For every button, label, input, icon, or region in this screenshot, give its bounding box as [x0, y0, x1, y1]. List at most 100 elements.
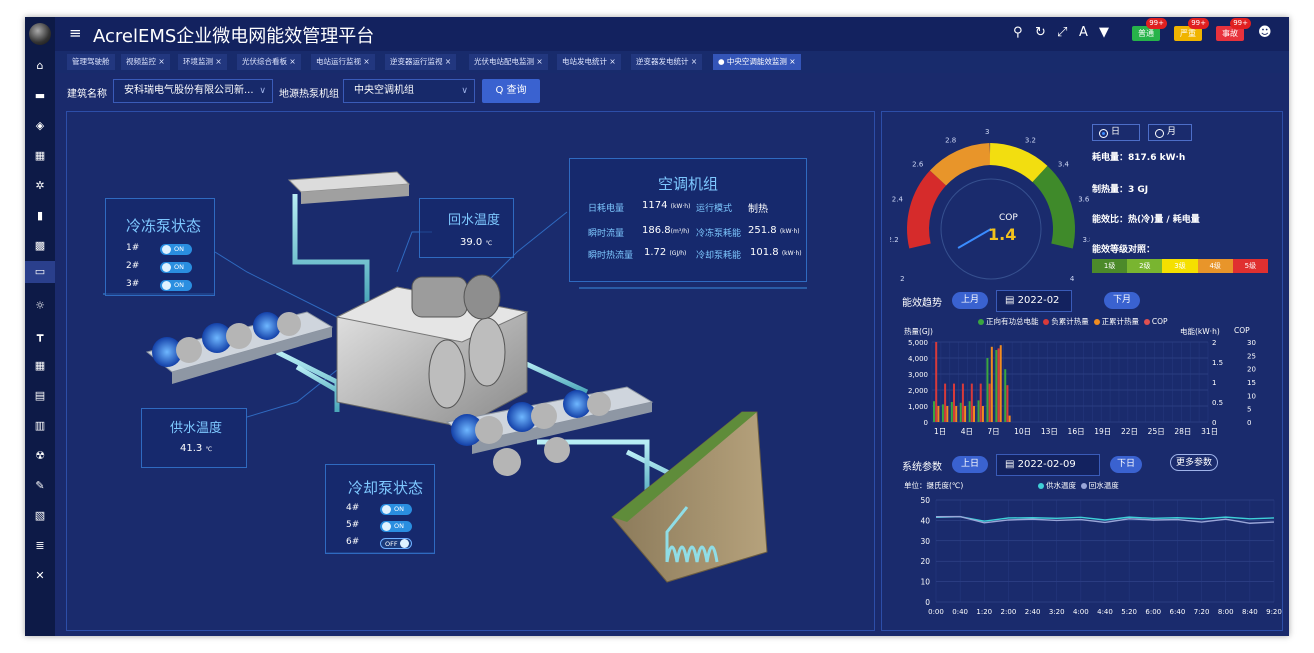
- tab-pv-distribution[interactable]: 光伏电站配电监测 ×: [469, 54, 548, 70]
- ratio-summary: 能效比：热(冷)量 / 耗电量: [1092, 215, 1200, 225]
- building-select[interactable]: 安科瑞电气股份有限公司新... ∨: [113, 79, 273, 103]
- return-temp-card: 回水温度 39.0 ℃: [419, 198, 514, 258]
- tab-hvac-efficiency[interactable]: ● 中央空调能效监测 ×: [713, 54, 801, 70]
- building-icon[interactable]: ▦: [25, 145, 55, 167]
- x-tick-label: 6:40: [1170, 608, 1186, 616]
- ac-unit-title: 空调机组: [658, 175, 719, 193]
- y-tick-label: 20: [920, 557, 930, 566]
- cool-pump-row: 4# ON: [346, 503, 412, 517]
- x-tick-label: 13日: [1041, 427, 1058, 436]
- gauge-tick-label: 2.8: [945, 136, 956, 144]
- tools-icon[interactable]: ✕: [25, 565, 55, 587]
- grid-icon[interactable]: ▦: [25, 355, 55, 377]
- fullscreen-icon[interactable]: ⤢: [1057, 25, 1067, 40]
- faucet-icon[interactable]: ┳: [25, 325, 55, 347]
- shirt-icon[interactable]: ▼: [1099, 25, 1109, 40]
- x-tick-label: 8:00: [1218, 608, 1234, 616]
- daily-power-unit: (kW·h): [670, 203, 691, 210]
- tab-inverter-monitor[interactable]: 逆变器运行监视 ×: [385, 54, 457, 70]
- tab-station-monitor[interactable]: 电站运行监视 ×: [311, 54, 375, 70]
- next-month-button[interactable]: 下月: [1104, 292, 1140, 309]
- period-day-radio[interactable]: 日: [1092, 124, 1140, 141]
- y-tick-label: 30: [920, 537, 930, 546]
- font-icon[interactable]: A: [1079, 25, 1088, 40]
- prev-day-button[interactable]: 上日: [952, 456, 988, 473]
- chill-pump-card: 冷冻泵状态 1# ON 2# ON 3# ON: [105, 198, 215, 296]
- bar: [981, 406, 984, 422]
- edit-icon[interactable]: ✎: [25, 475, 55, 497]
- filter-row: 建筑名称 安科瑞电气股份有限公司新... ∨ 地源热泵机组 中央空调机组 ∨ Q…: [55, 75, 1289, 107]
- system-date-picker[interactable]: ▤ 2022-02-09: [996, 454, 1100, 476]
- query-button[interactable]: Q 查询: [482, 79, 540, 103]
- pump-1-toggle[interactable]: ON: [160, 244, 192, 255]
- gauge-tick-label: 3: [985, 128, 989, 136]
- pump-4-toggle[interactable]: ON: [380, 504, 412, 515]
- tab-environment[interactable]: 环境监测 ×: [178, 54, 227, 70]
- tab-inverter-stats[interactable]: 逆变器发电统计 ×: [631, 54, 703, 70]
- y3-tick-label: 5: [1247, 406, 1251, 414]
- alert-severe-badge[interactable]: 严重 99+: [1174, 18, 1209, 41]
- chill-pump-title: 冷冻泵状态: [126, 217, 202, 235]
- search-icon[interactable]: ⚲: [1013, 25, 1023, 40]
- user-icon[interactable]: ☻: [1258, 25, 1272, 40]
- user-avatar[interactable]: [29, 23, 51, 45]
- bar-chart-icon[interactable]: ▮: [25, 205, 55, 227]
- period-day-label: 日: [1111, 127, 1121, 137]
- alert-severe-label: 严重: [1180, 29, 1196, 38]
- x-tick-label: 1:20: [976, 608, 992, 616]
- alert-severe-count: 99+: [1188, 18, 1209, 29]
- more-params-button[interactable]: 更多参数: [1170, 454, 1218, 471]
- daily-power-value: 1174 (kW·h): [642, 200, 690, 211]
- home-icon[interactable]: ⌂: [25, 55, 55, 77]
- panel-icon[interactable]: ▥: [25, 415, 55, 437]
- period-month-radio[interactable]: 月: [1148, 124, 1192, 141]
- screen-icon[interactable]: ▭: [25, 261, 55, 283]
- doc-icon[interactable]: ▧: [25, 505, 55, 527]
- gauge-tick-label: 2.2: [890, 236, 899, 244]
- chill-pump-row: 2# ON: [126, 261, 192, 275]
- tab-pv-board[interactable]: 光伏综合看板 ×: [237, 54, 301, 70]
- x-tick-label: 9:20: [1266, 608, 1282, 616]
- period-month-label: 月: [1167, 127, 1177, 137]
- pump-5-toggle[interactable]: ON: [380, 521, 412, 532]
- pump-state: ON: [174, 263, 184, 271]
- bar: [959, 402, 962, 422]
- level-scale: 1级 2级 3级 4级 5级: [1092, 259, 1269, 273]
- pump-id: 2#: [126, 261, 140, 271]
- bug-icon[interactable]: ✲: [25, 175, 55, 197]
- alert-accident-badge[interactable]: 事故 99+: [1216, 18, 1251, 41]
- group-select-value: 中央空调机组: [354, 85, 414, 96]
- tab-cockpit[interactable]: 管理驾驶舱: [67, 54, 115, 70]
- group-select[interactable]: 中央空调机组 ∨: [343, 79, 475, 103]
- building-select-value: 安科瑞电气股份有限公司新...: [124, 85, 254, 96]
- pump-3-toggle[interactable]: ON: [160, 280, 192, 291]
- alarm-icon[interactable]: ☢: [25, 445, 55, 467]
- image-icon[interactable]: ▩: [25, 235, 55, 257]
- next-day-button[interactable]: 下日: [1110, 456, 1142, 473]
- legend-item: 正累计热量: [1093, 317, 1139, 326]
- list-icon[interactable]: ≣: [25, 535, 55, 557]
- cool-pump-row: 5# ON: [346, 520, 412, 534]
- tab-station-stats[interactable]: 电站发电统计 ×: [557, 54, 621, 70]
- pump-id: 1#: [126, 243, 140, 253]
- menu-icon[interactable]: ≡: [69, 24, 82, 42]
- trend-title: 能效趋势: [902, 298, 942, 309]
- alert-normal-badge[interactable]: 普通 99+: [1132, 18, 1167, 41]
- level-5: 5级: [1232, 259, 1269, 273]
- prev-month-button[interactable]: 上月: [952, 292, 988, 309]
- pump-2-toggle[interactable]: ON: [160, 262, 192, 273]
- monitor-icon[interactable]: ▬: [25, 85, 55, 107]
- calc-icon[interactable]: ▤: [25, 385, 55, 407]
- chill-pump-power-number: 251.8: [748, 225, 777, 236]
- refresh-icon[interactable]: ↻: [1035, 25, 1046, 40]
- return-temp-number: 39.0: [460, 237, 483, 248]
- energy-icon[interactable]: ◈: [25, 115, 55, 137]
- bar: [999, 345, 1002, 422]
- tab-video[interactable]: 视频监控 ×: [121, 54, 170, 70]
- pump-6-toggle[interactable]: OFF: [380, 538, 412, 549]
- bar: [979, 383, 982, 422]
- bulb-icon[interactable]: ☼: [25, 295, 55, 317]
- chill-pump-power-value: 251.8 (kW·h): [748, 225, 800, 236]
- trend-date-picker[interactable]: ▤ 2022-02: [996, 290, 1072, 312]
- y3-tick-label: 10: [1247, 392, 1256, 400]
